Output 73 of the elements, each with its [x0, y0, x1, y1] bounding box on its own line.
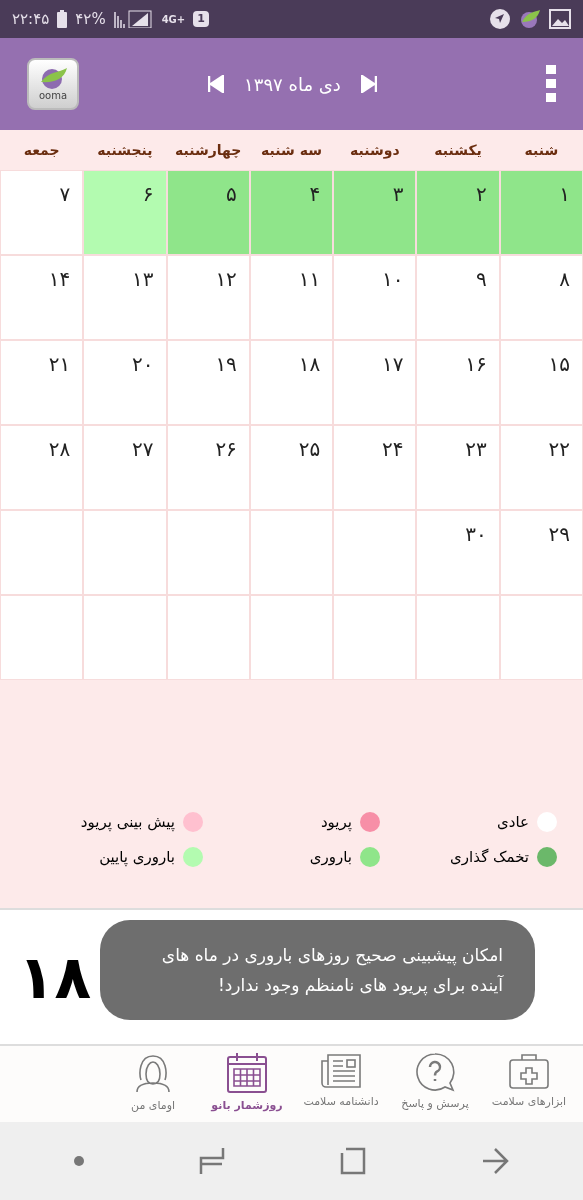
day-cell[interactable]: ۱۲ — [167, 256, 249, 339]
day-cell[interactable]: ۲۱ — [1, 341, 83, 424]
day-cell[interactable]: ۱ — [500, 171, 582, 254]
signal-icon — [113, 10, 154, 28]
day-cell[interactable]: ۱۴ — [1, 256, 83, 339]
weekday-label: یکشنبه — [433, 140, 483, 160]
day-cell[interactable]: ۸ — [500, 256, 582, 339]
day-cell[interactable]: ۱۳ — [84, 256, 166, 339]
day-cell[interactable]: ۳ — [334, 171, 416, 254]
legend-label: پیش بینی پریود — [80, 812, 175, 833]
day-cell[interactable]: ۱۹ — [167, 341, 249, 424]
app-logo[interactable]: ooma — [27, 58, 79, 110]
home-icon[interactable] — [340, 1147, 367, 1175]
day-cell[interactable]: ۲۶ — [167, 426, 249, 509]
first-aid-kit-icon — [508, 1052, 550, 1090]
day-cell[interactable]: ۲۳ — [417, 426, 499, 509]
day-cell[interactable]: ۲ — [417, 171, 499, 254]
day-cell[interactable]: ۳۰ — [417, 511, 499, 594]
weekday-label: شنبه — [523, 140, 560, 160]
legend-label: باروری پایین — [99, 846, 175, 868]
day-cell[interactable]: ۲۰ — [84, 341, 166, 424]
legend-label: باروری — [309, 846, 352, 868]
day-cell[interactable]: ۵ — [167, 171, 249, 254]
day-cell[interactable]: ۲۷ — [84, 426, 166, 509]
battery-icon — [57, 10, 68, 28]
battery-percent: ۴۲% — [75, 8, 106, 30]
weekday-label: دوشنبه — [349, 140, 401, 161]
day-cell[interactable]: ۱۵ — [500, 341, 582, 424]
nav-tab[interactable]: پرسش و پاسخ — [393, 1052, 477, 1122]
back-icon[interactable] — [481, 1147, 510, 1175]
recent-apps-icon[interactable] — [198, 1146, 225, 1176]
toast-message: امکان پیشبینی صحیح روزهای باروری در ماه های آینده برای پریود های نامنظم وجود ندارد! — [100, 920, 535, 1020]
weekday-label: سه شنبه — [260, 140, 323, 160]
nav-tab[interactable]: دانشنامه سلامت — [299, 1052, 383, 1122]
legend-label: پریود — [320, 812, 352, 833]
legend-label: عادی — [497, 812, 529, 833]
clock: ۲۲:۴۵ — [12, 8, 50, 30]
woman-avatar-icon — [135, 1052, 171, 1094]
weekday-label: چهارشنبه — [174, 140, 243, 161]
weekday-label: پنجشنبه — [96, 140, 154, 160]
menu-icon[interactable] — [546, 65, 556, 103]
nav-tab[interactable]: اومای من — [111, 1052, 195, 1122]
day-cell[interactable]: ۱۰ — [334, 256, 416, 339]
today-number: ۱۸ — [18, 941, 92, 1014]
nav-tab[interactable]: روزشمار بانو — [205, 1052, 289, 1122]
day-cell[interactable]: ۶ — [84, 171, 166, 254]
weekday-label: جمعه — [22, 140, 61, 160]
day-cell[interactable]: ۲۲ — [500, 426, 582, 509]
month-title: دی ماه ۱۳۹۷ — [244, 72, 341, 97]
day-cell[interactable]: ۴ — [250, 171, 333, 254]
day-cell[interactable]: ۲۴ — [334, 426, 416, 509]
nav-tab[interactable]: ابزارهای سلامت — [487, 1052, 571, 1122]
question-bubble-icon — [414, 1052, 456, 1092]
day-cell[interactable]: ۱۶ — [417, 341, 499, 424]
day-cell[interactable]: ۲۹ — [500, 511, 582, 594]
network-type: 4G+ — [161, 12, 186, 27]
day-cell[interactable]: ۷ — [1, 171, 83, 254]
day-cell[interactable]: ۹ — [417, 256, 499, 339]
day-cell[interactable]: ۲۸ — [1, 426, 83, 509]
legend-label: تخمک گذاری — [450, 846, 529, 868]
leaf-app-icon — [519, 8, 541, 30]
previous-month-icon[interactable] — [208, 75, 225, 93]
day-cell[interactable]: ۱۸ — [250, 341, 333, 424]
sim-indicator: 1 — [193, 10, 209, 28]
next-month-icon[interactable] — [360, 75, 377, 93]
calendar-icon — [226, 1052, 268, 1094]
day-cell[interactable]: ۱۱ — [250, 256, 333, 339]
logo-text: ooma — [38, 91, 68, 101]
day-cell[interactable]: ۱۷ — [334, 341, 416, 424]
dot-icon[interactable] — [73, 1156, 84, 1166]
day-cell[interactable]: ۲۵ — [250, 426, 333, 509]
newspaper-icon — [320, 1052, 362, 1090]
image-icon — [549, 9, 571, 29]
